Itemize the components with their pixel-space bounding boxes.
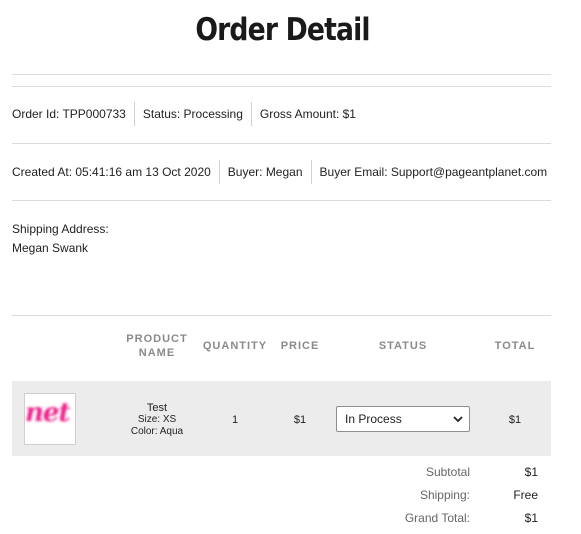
item-status-value: In Process bbox=[345, 412, 402, 426]
product-color: Color: Aqua bbox=[130, 426, 184, 437]
gross-amount: Gross Amount: $1 bbox=[250, 102, 364, 126]
item-price: $1 bbox=[293, 414, 307, 426]
product-name-cell: Test Size: XS Color: Aqua bbox=[117, 402, 197, 438]
order-id: Order Id: TPP000733 bbox=[12, 107, 126, 121]
table-top-divider bbox=[12, 315, 551, 316]
subtotal-value: $1 bbox=[524, 465, 538, 479]
order-summary-row: Order Id: TPP000733 Status: Processing G… bbox=[12, 102, 364, 126]
col-header-quantity: QUANTITY bbox=[202, 340, 268, 352]
item-total: $1 bbox=[508, 414, 522, 426]
divider bbox=[12, 74, 551, 75]
buyer-name: Buyer: Megan bbox=[218, 160, 311, 184]
shipping-value: Free bbox=[513, 488, 538, 502]
order-meta-row: Created At: 05:41:16 am 13 Oct 2020 Buye… bbox=[12, 160, 555, 184]
divider bbox=[12, 86, 551, 87]
shipping-label: Shipping: bbox=[419, 488, 470, 502]
product-thumbnail-logo: net bbox=[25, 398, 70, 428]
grand-total-label: Grand Total: bbox=[404, 511, 470, 525]
product-size: Size: XS bbox=[137, 414, 177, 425]
grand-total-value: $1 bbox=[524, 511, 538, 525]
col-header-product: PRODUCT NAME bbox=[126, 333, 188, 359]
col-header-status: STATUS bbox=[378, 340, 428, 352]
page-title: Order Detail bbox=[195, 12, 370, 48]
divider bbox=[12, 143, 551, 144]
item-status-select[interactable]: In Process bbox=[336, 406, 470, 432]
chevron-down-icon bbox=[453, 416, 463, 423]
created-at: Created At: 05:41:16 am 13 Oct 2020 bbox=[12, 165, 211, 179]
subtotal-label: Subtotal bbox=[425, 465, 470, 479]
shipping-address-label: Shipping Address: bbox=[12, 222, 109, 236]
order-status: Status: Processing bbox=[133, 102, 251, 126]
product-thumbnail[interactable]: net bbox=[24, 393, 76, 445]
item-quantity: 1 bbox=[231, 414, 239, 426]
shipping-address-name: Megan Swank bbox=[12, 241, 89, 255]
col-header-price: PRICE bbox=[280, 340, 320, 352]
col-header-total: TOTAL bbox=[494, 340, 536, 352]
product-name: Test bbox=[146, 402, 168, 414]
buyer-email: Buyer Email: Support@pageantplanet.com bbox=[310, 160, 556, 184]
divider bbox=[12, 200, 551, 201]
